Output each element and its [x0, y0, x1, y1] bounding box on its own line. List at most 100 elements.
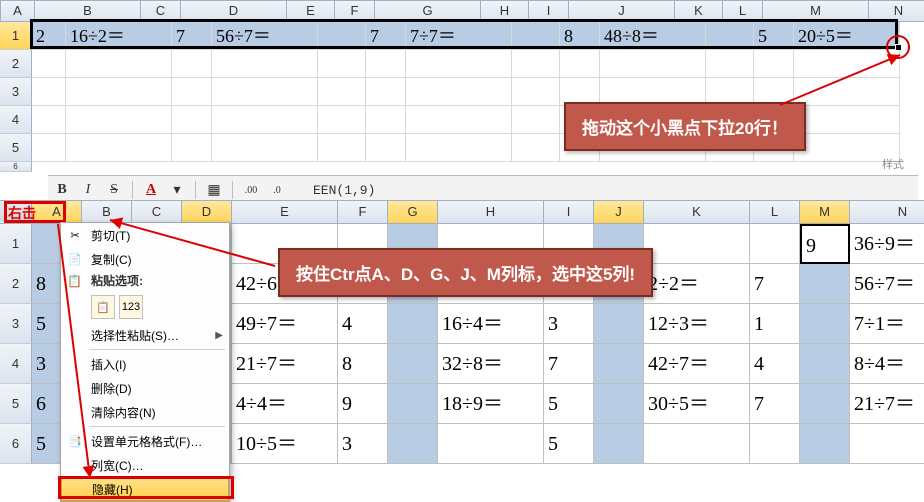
col-header-D[interactable]: D: [182, 201, 232, 223]
cell[interactable]: 16÷4＝: [438, 304, 544, 344]
row-header[interactable]: 4: [0, 106, 32, 134]
cell[interactable]: [594, 384, 644, 424]
cell[interactable]: [800, 304, 850, 344]
cell[interactable]: [172, 78, 212, 106]
cell[interactable]: [600, 50, 706, 78]
cell[interactable]: 10÷5＝: [232, 424, 338, 464]
row-header[interactable]: 5: [0, 384, 32, 424]
menu-paste-special[interactable]: 选择性粘贴(S)…▶: [61, 323, 229, 347]
cell[interactable]: 7: [750, 264, 800, 304]
cell[interactable]: 49÷7＝: [232, 304, 338, 344]
cell[interactable]: [318, 50, 366, 78]
col-header-L[interactable]: L: [750, 201, 800, 223]
bold-button[interactable]: B: [52, 180, 72, 200]
cell[interactable]: [750, 224, 800, 264]
fill-handle[interactable]: [895, 44, 902, 51]
cell[interactable]: [800, 264, 850, 304]
col-header-B[interactable]: B: [82, 201, 132, 223]
cell[interactable]: [800, 384, 850, 424]
cell[interactable]: [794, 50, 900, 78]
cell[interactable]: 16÷2＝: [66, 22, 172, 50]
cell[interactable]: [512, 134, 560, 162]
cell[interactable]: 7: [544, 344, 594, 384]
cell[interactable]: [318, 106, 366, 134]
cell[interactable]: [594, 344, 644, 384]
col-header-N[interactable]: N: [869, 1, 924, 21]
row-header[interactable]: 3: [0, 304, 32, 344]
cell[interactable]: [66, 78, 172, 106]
cell[interactable]: 7÷1＝: [850, 304, 924, 344]
italic-button[interactable]: I: [78, 180, 98, 200]
cell[interactable]: 5: [544, 384, 594, 424]
col-header-J[interactable]: J: [594, 201, 644, 223]
cell[interactable]: 8: [560, 22, 600, 50]
cell[interactable]: [172, 106, 212, 134]
col-header-E[interactable]: E: [287, 1, 335, 21]
formula-bar-text[interactable]: EEN(1,9): [313, 183, 375, 198]
menu-delete[interactable]: 删除(D): [61, 376, 229, 400]
decrease-decimal-button[interactable]: .0: [267, 180, 287, 200]
paste-option-2[interactable]: 123: [119, 295, 143, 319]
cell[interactable]: 5: [544, 424, 594, 464]
cell[interactable]: [406, 134, 512, 162]
menu-column-width[interactable]: 列宽(C)…: [61, 453, 229, 477]
cell[interactable]: [212, 106, 318, 134]
cell[interactable]: 2: [32, 22, 66, 50]
col-header-B[interactable]: B: [35, 1, 141, 21]
cell[interactable]: 21÷7＝: [850, 384, 924, 424]
menu-cut[interactable]: ✂剪切(T): [61, 223, 229, 247]
cell[interactable]: 5: [754, 22, 794, 50]
row-header[interactable]: 2: [0, 264, 32, 304]
cell[interactable]: 48÷8＝: [600, 22, 706, 50]
cell[interactable]: [212, 50, 318, 78]
cell[interactable]: [366, 134, 406, 162]
cell[interactable]: [594, 304, 644, 344]
cell[interactable]: [32, 50, 66, 78]
row-header[interactable]: 3: [0, 78, 32, 106]
cell[interactable]: 2÷2＝: [644, 264, 750, 304]
col-header-H[interactable]: H: [438, 201, 544, 223]
cell[interactable]: [644, 424, 750, 464]
cell[interactable]: 4÷4＝: [232, 384, 338, 424]
row-header[interactable]: 6: [0, 424, 32, 464]
cell[interactable]: 4: [338, 304, 388, 344]
cell[interactable]: [706, 22, 754, 50]
cell[interactable]: [750, 424, 800, 464]
cell[interactable]: 18÷9＝: [438, 384, 544, 424]
cell[interactable]: [366, 106, 406, 134]
row-header[interactable]: 4: [0, 344, 32, 384]
cell[interactable]: [800, 344, 850, 384]
cell[interactable]: [366, 50, 406, 78]
cell[interactable]: 20÷5＝: [794, 22, 900, 50]
cell[interactable]: [644, 224, 750, 264]
cell[interactable]: [318, 134, 366, 162]
col-header-A[interactable]: A: [1, 1, 35, 21]
col-header-E[interactable]: E: [232, 201, 338, 223]
cell[interactable]: [560, 50, 600, 78]
cell[interactable]: 7: [750, 384, 800, 424]
cell[interactable]: [172, 134, 212, 162]
increase-decimal-button[interactable]: .00: [241, 180, 261, 200]
cell[interactable]: [594, 424, 644, 464]
cell[interactable]: 56÷7＝: [850, 264, 924, 304]
cell[interactable]: [212, 78, 318, 106]
cell[interactable]: [406, 106, 512, 134]
fill-color-button[interactable]: ▾: [167, 180, 187, 200]
col-header-C[interactable]: C: [141, 1, 181, 21]
col-header-M[interactable]: M: [763, 1, 869, 21]
paste-option-1[interactable]: 📋: [91, 295, 115, 319]
menu-format-cells[interactable]: 📑设置单元格格式(F)…: [61, 429, 229, 453]
cell[interactable]: 30÷5＝: [644, 384, 750, 424]
col-header-I[interactable]: I: [529, 1, 569, 21]
cell[interactable]: [366, 78, 406, 106]
col-header-M[interactable]: M: [800, 201, 850, 223]
col-header-J[interactable]: J: [569, 1, 675, 21]
cell[interactable]: [850, 424, 924, 464]
cell[interactable]: [388, 424, 438, 464]
font-color-button[interactable]: A: [141, 180, 161, 200]
cell[interactable]: 9: [800, 224, 850, 264]
cell[interactable]: [32, 134, 66, 162]
cell[interactable]: [318, 78, 366, 106]
col-header-G[interactable]: G: [375, 1, 481, 21]
cell[interactable]: [172, 50, 212, 78]
